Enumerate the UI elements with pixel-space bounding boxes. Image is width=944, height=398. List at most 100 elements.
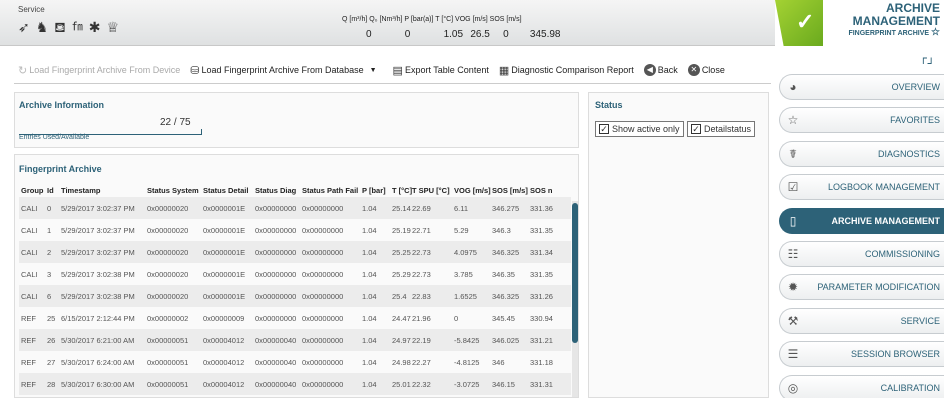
award-icon[interactable]: ♕ — [106, 19, 119, 35]
column-header[interactable]: Status Diag — [253, 183, 300, 197]
column-header[interactable]: SOS [m/s] — [490, 183, 528, 197]
table-cell: CALI — [19, 241, 45, 263]
table-cell: 21.96 — [410, 307, 452, 329]
nav-item-logbook-management[interactable]: ☑ LOGBOOK MANAGEMENT — [779, 174, 944, 201]
nav-item-label: CALIBRATION — [880, 382, 940, 393]
nav-item-service[interactable]: ⚒ SERVICE — [779, 307, 944, 334]
table-row[interactable]: CALI 2 5/29/2017 3:02:37 PM 0x00000020 0x000… — [19, 241, 571, 263]
nav-item-label: LOGBOOK MANAGEMENT — [827, 182, 940, 193]
table-cell: 1.04 — [360, 351, 390, 373]
table-cell: 24.97 — [390, 329, 411, 351]
ft-tools-icon[interactable]: ㎙ — [72, 19, 83, 35]
favorite-star-icon[interactable]: ☆ — [931, 27, 940, 38]
column-header[interactable]: Status System — [145, 183, 201, 197]
nav-item-label: DIAGNOSTICS — [877, 148, 940, 159]
table-cell: 0x00000000 — [300, 329, 360, 351]
table-row[interactable]: CALI 0 5/29/2017 3:02:37 PM 0x00000020 0x000… — [19, 197, 571, 219]
table-scrollbar-thumb[interactable] — [572, 203, 578, 343]
column-header[interactable]: Status Path Fail — [300, 183, 360, 197]
nav-item-diagnostics[interactable]: ☤ DIAGNOSTICS — [779, 140, 944, 167]
person-icon[interactable]: ♞ — [36, 19, 49, 35]
close-button[interactable]: ✕ Close — [687, 64, 725, 76]
nav-item-overview[interactable]: ◕ OVERVIEW — [779, 74, 944, 100]
nav-item-label: FAVORITES — [890, 115, 940, 126]
back-button[interactable]: ◀ Back — [643, 64, 678, 76]
nav-item-calibration[interactable]: ◎ CALIBRATION — [779, 374, 944, 398]
table-row[interactable]: REF 25 6/15/2017 2:12:44 PM 0x00000002 0x000… — [19, 307, 571, 329]
detail-status-label: Detailstatus — [704, 124, 752, 134]
table-cell: REF — [19, 307, 45, 329]
table-header-row: Group Id Timestamp Status System Status Deta… — [19, 183, 571, 197]
table-cell: 1.04 — [360, 263, 390, 285]
reading-q: 0 — [366, 29, 372, 40]
dropdown-arrow-icon[interactable]: ▼ — [370, 67, 377, 74]
table-cell: 0x0000001E — [201, 285, 253, 307]
back-label: Back — [657, 65, 678, 75]
nav-item-commissioning[interactable]: ☷ COMMISSIONING — [779, 241, 944, 267]
table-cell: CALI — [19, 285, 45, 307]
table-row[interactable]: REF 27 5/30/2017 6:24:00 AM 0x00000051 0x000… — [19, 351, 571, 373]
nav-item-label: SESSION BROWSER — [850, 349, 940, 360]
load-from-device-label: Load Fingerprint Archive From Device — [29, 65, 181, 75]
table-cell: 5/30/2017 6:21:00 AM — [59, 329, 145, 351]
page-title-line1: ARCHIVE — [885, 1, 940, 15]
column-header[interactable]: Group — [19, 183, 45, 197]
table-row[interactable]: CALI 6 5/29/2017 3:02:38 PM 0x00000020 0x000… — [19, 285, 571, 307]
table-cell: 331.36 — [528, 197, 571, 219]
column-header[interactable]: VOG [m/s] — [452, 183, 491, 197]
tap-icon[interactable]: ⛾ — [54, 19, 65, 35]
detail-status-toggle[interactable]: ✓ Detailstatus — [687, 121, 756, 137]
column-header[interactable]: Id — [45, 183, 59, 197]
archive-icon: ▯ — [789, 213, 797, 228]
diagnostic-report-button[interactable]: ▦ Diagnostic Comparison Report — [499, 64, 634, 77]
table-row[interactable]: REF 28 5/30/2017 6:30:00 AM 0x00000051 0x000… — [19, 373, 571, 395]
table-cell: CALI — [19, 263, 45, 285]
table-cell: 5/29/2017 3:02:38 PM — [59, 285, 145, 307]
close-label: Close — [701, 65, 725, 75]
nav-item-archive-management[interactable]: ▯ ARCHIVE MANAGEMENT — [779, 207, 944, 234]
table-cell: 1.6525 — [452, 285, 490, 307]
database-icon: ⛁ — [190, 64, 200, 77]
session-list-icon: ☰ — [787, 347, 799, 362]
gear-icon: ✹ — [787, 280, 799, 295]
table-cell: 22.27 — [410, 351, 452, 373]
page-subtitle: FINGERPRINT ARCHIVE ☆ — [823, 28, 940, 39]
table-cell: 6/15/2017 2:12:44 PM — [59, 307, 145, 329]
load-from-device-button[interactable]: ↻ Load Fingerprint Archive From Device — [18, 64, 180, 77]
table-cell: 346.325 — [490, 241, 528, 263]
column-header[interactable]: T SPU [°C] — [410, 183, 452, 197]
table-cell: 0x00004012 — [201, 329, 253, 351]
table-cell: 22.71 — [410, 219, 452, 241]
table-row[interactable]: REF 26 5/30/2017 6:21:00 AM 0x00000051 0x000… — [19, 329, 571, 351]
table-cell: 4.0975 — [452, 241, 490, 263]
column-header[interactable]: P [bar] — [360, 183, 390, 197]
column-header[interactable]: T [°C] — [390, 183, 412, 197]
load-from-database-button[interactable]: ⛁ Load Fingerprint Archive From Database… — [190, 64, 376, 77]
reading-qb: 0 — [404, 29, 411, 40]
column-header[interactable]: Status Detail — [201, 183, 253, 197]
export-table-button[interactable]: ▤ Export Table Content — [393, 64, 489, 77]
column-header[interactable]: Timestamp — [59, 183, 145, 197]
table-cell: 0x00000020 — [145, 197, 201, 219]
flow-icon[interactable]: ➶ — [18, 19, 30, 35]
table-cell: 1.04 — [360, 219, 390, 241]
show-active-only-toggle[interactable]: ✓ Show active only — [595, 121, 684, 137]
nav-item-session-browser[interactable]: ☰ SESSION BROWSER — [779, 341, 944, 368]
gear-icon[interactable]: ✱ — [89, 19, 101, 35]
column-header[interactable]: SOS n — [528, 183, 571, 197]
table-cell: 0 — [45, 197, 59, 219]
table-cell: -4.8125 — [452, 351, 490, 373]
entries-value: 22 / 75 — [160, 117, 191, 128]
table-cell: 25 — [45, 307, 59, 329]
nav-item-favorites[interactable]: ☆ FAVORITES — [779, 107, 944, 134]
nav-item-parameter-modification[interactable]: ✹ PARAMETER MODIFICATION — [779, 274, 944, 301]
archive-information-title: Archive Information — [19, 100, 105, 110]
table-cell: 1.04 — [360, 197, 390, 219]
table-row[interactable]: CALI 1 5/29/2017 3:02:37 PM 0x00000020 0x000… — [19, 219, 571, 241]
table-cell: 1 — [45, 219, 59, 241]
table-cell: 0x00000000 — [253, 219, 300, 241]
unit-icon[interactable]: ᒥᒧ — [922, 56, 933, 67]
table-cell: 25.4 — [390, 285, 410, 307]
table-row[interactable]: CALI 3 5/29/2017 3:02:38 PM 0x00000020 0x000… — [19, 263, 571, 285]
nav-item-label: ARCHIVE MANAGEMENT — [831, 215, 940, 226]
